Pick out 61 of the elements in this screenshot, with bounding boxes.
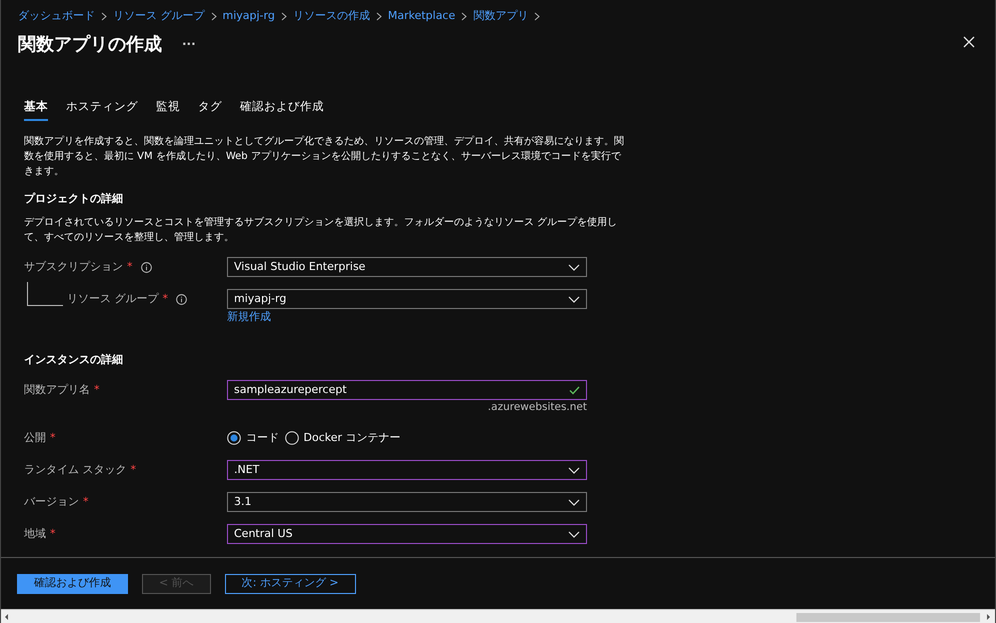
info-icon[interactable] (176, 294, 187, 305)
required-mark: * (83, 494, 88, 510)
required-mark: * (162, 291, 168, 307)
next-button[interactable]: 次: ホスティング > (224, 574, 356, 594)
tab[interactable]: ホスティング (66, 98, 138, 121)
chevron-icon (534, 12, 540, 21)
tab[interactable]: 基本 (24, 98, 48, 121)
required-mark: * (130, 462, 136, 478)
review-create-button[interactable]: 確認および作成 (17, 574, 128, 594)
radio-option[interactable]: コード (227, 428, 279, 448)
tab[interactable]: 監視 (156, 98, 180, 121)
chevron-down-icon (568, 264, 580, 271)
chevron-down-icon (568, 498, 580, 506)
breadcrumb-link[interactable]: リソース グループ (113, 8, 204, 24)
chevron-icon (461, 12, 468, 21)
create-new-link[interactable]: 新規作成 (227, 309, 271, 326)
domain-suffix: .azurewebsites.net (488, 401, 587, 414)
dropdown[interactable]: .NET (227, 460, 587, 480)
chevron-icon (376, 12, 382, 21)
more-button[interactable]: ··· (182, 35, 196, 53)
required-mark: * (50, 430, 56, 446)
input-field[interactable]: sampleazurepercept (227, 380, 587, 400)
section-heading: インスタンスの詳細 (24, 352, 124, 368)
chevron-down-icon (568, 530, 580, 538)
field-label: ランタイム スタック (24, 462, 126, 478)
breadcrumb-link[interactable]: 関数アプリ (473, 8, 528, 24)
page-title: 関数アプリの作成 (18, 32, 162, 56)
info-icon[interactable] (140, 262, 152, 273)
dropdown[interactable]: Visual Studio Enterprise (227, 257, 587, 278)
breadcrumb-link[interactable]: リソースの作成 (292, 8, 370, 24)
field-label: 公開 (24, 430, 46, 446)
required-mark: * (127, 259, 132, 275)
tab[interactable]: タグ (198, 98, 222, 121)
field-label: 関数アプリ名 (24, 382, 90, 398)
check-icon (569, 386, 580, 395)
chevron-icon (101, 12, 107, 21)
radio-selected-icon (227, 431, 241, 445)
section-heading: プロジェクトの詳細 (24, 190, 124, 207)
breadcrumb-link[interactable]: ダッシュボード (18, 8, 95, 24)
dropdown[interactable]: miyapj-rg (227, 289, 587, 310)
section-description: デプロイされているリソースとコストを管理するサブスクリプションを選択します。フォルダーのようなリソース グループを使用して、すべてのリソースを整理し、管理します。 (24, 216, 618, 246)
chevron-icon (280, 12, 287, 21)
field-label: リソース グループ (67, 291, 158, 307)
dropdown[interactable]: Central US (227, 524, 587, 544)
dropdown[interactable]: 3.1 (227, 492, 587, 512)
tree-connector-line (27, 282, 63, 306)
breadcrumb-link[interactable]: Marketplace (388, 8, 456, 24)
field-label: バージョン (24, 494, 79, 510)
chevron-down-icon (568, 296, 580, 303)
field-label: サブスクリプション (24, 259, 123, 275)
required-mark: * (50, 526, 56, 542)
chevron-down-icon (568, 466, 580, 474)
tab[interactable]: 確認および作成 (240, 98, 324, 121)
required-mark: * (94, 382, 100, 398)
radio-unselected-icon (284, 431, 298, 445)
description-text: 関数アプリを作成すると、関数を論理ユニットとしてグループ化できるため、リソースの管理、デプロイ、共有が容易になります。関数を使用すると、最初に VM を作成したり、Web アプリケーションを公開したりすることなく、サーバーレス環境でコードを実行できます。 (24, 134, 624, 179)
radio-option[interactable]: Docker コンテナー (284, 428, 401, 448)
field-label: 地域 (24, 526, 46, 542)
horizontal-scrollbar[interactable] (1, 609, 995, 623)
chevron-icon (210, 12, 216, 21)
breadcrumb-link[interactable]: miyapj-rg (222, 8, 275, 24)
